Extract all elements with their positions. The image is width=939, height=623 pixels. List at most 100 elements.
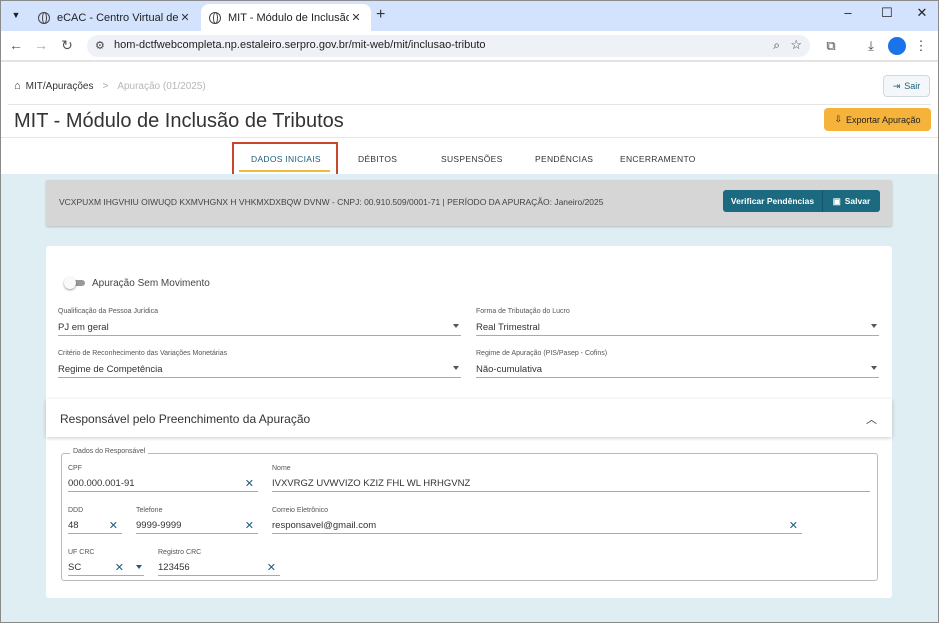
clear-icon[interactable]: ✕ xyxy=(109,519,118,532)
forma-tributacao-select[interactable]: Real Trimestral xyxy=(476,320,879,336)
tab-suspensoes[interactable]: SUSPENSÕES xyxy=(441,154,503,164)
tab-encerramento[interactable]: ENCERRAMENTO xyxy=(620,154,696,164)
chevron-up-icon[interactable]: ︿ xyxy=(866,411,877,427)
breadcrumb-separator: > xyxy=(102,80,109,92)
home-icon[interactable]: ⌂ xyxy=(14,80,21,92)
ddd-label: DDD xyxy=(68,507,84,514)
page: ⌂ MIT/Apurações > Apuração (01/2025) ⇥ S… xyxy=(0,62,939,623)
page-tabs: DADOS INICIAIS DÉBITOS SUSPENSÕES PENDÊN… xyxy=(0,146,939,174)
maximize-icon[interactable]: ☐ xyxy=(877,5,897,21)
browser-tab-title: eCAC - Centro Virtual de Atend xyxy=(57,11,178,24)
apuracao-sem-movimento-toggle[interactable] xyxy=(64,277,86,289)
registro-crc-label: Registro CRC xyxy=(158,549,202,556)
breadcrumb-root[interactable]: MIT/Apurações xyxy=(26,81,94,92)
criterio-select[interactable]: Regime de Competência xyxy=(58,362,461,378)
salvar-button[interactable]: ▣ Salvar xyxy=(822,190,880,212)
save-icon: ▣ xyxy=(832,195,841,206)
caret-down-icon xyxy=(453,366,459,370)
clear-icon[interactable]: ✕ xyxy=(789,519,798,532)
logout-icon: ⇥ xyxy=(892,80,901,91)
url-text[interactable]: hom-dctfwebcompleta.np.estaleiro.serpro.… xyxy=(114,39,486,51)
globe-icon xyxy=(209,11,221,24)
close-icon[interactable]: ✕ xyxy=(349,11,363,24)
site-info-icon[interactable]: ⚙ xyxy=(95,39,105,52)
registro-crc-input[interactable]: 123456 ✕ xyxy=(158,560,280,576)
zoom-icon[interactable]: ⌕ xyxy=(773,38,780,53)
export-button[interactable]: ⇩ Exportar Apuração xyxy=(824,108,931,131)
nome-label: Nome xyxy=(272,465,291,472)
close-window-icon[interactable]: ✕ xyxy=(912,5,932,21)
toggle-knob xyxy=(64,277,76,289)
qualificacao-select[interactable]: PJ em geral xyxy=(58,320,461,336)
extensions-icon[interactable]: ⧉ xyxy=(822,38,840,54)
form-card: Apuração Sem Movimento Qualificação da P… xyxy=(46,246,892,598)
qualificacao-label: Qualificação da Pessoa Jurídica xyxy=(58,308,158,315)
caret-down-icon xyxy=(871,324,877,328)
criterio-value: Regime de Competência xyxy=(58,364,163,375)
tab-debitos[interactable]: DÉBITOS xyxy=(358,154,397,164)
divider xyxy=(0,137,939,138)
menu-kebab-icon[interactable]: ⋮ xyxy=(912,38,930,54)
responsavel-section-header[interactable]: Responsável pelo Preenchimento da Apuraç… xyxy=(46,399,892,437)
toggle-label: Apuração Sem Movimento xyxy=(92,278,210,289)
clear-icon[interactable]: ✕ xyxy=(245,519,254,532)
ddd-input[interactable]: 48 ✕ xyxy=(68,518,122,534)
uf-crc-value: SC xyxy=(68,562,82,573)
email-label: Correio Eletrônico xyxy=(272,507,329,514)
ddd-value: 48 xyxy=(68,520,79,531)
back-icon[interactable]: ← xyxy=(7,37,25,53)
uf-crc-select[interactable]: SC ✕ xyxy=(68,560,144,576)
bookmark-star-icon[interactable]: ☆ xyxy=(790,37,802,53)
fieldset-legend: Dados do Responsável xyxy=(70,448,149,455)
tab-pendencias[interactable]: PENDÊNCIAS xyxy=(535,154,593,164)
qualificacao-value: PJ em geral xyxy=(58,322,109,333)
telefone-input[interactable]: 9999-9999 ✕ xyxy=(136,518,258,534)
download-icon[interactable]: ⤓ xyxy=(862,38,880,54)
caret-down-icon xyxy=(453,324,459,328)
dados-responsavel-fieldset: Dados do Responsável CPF 000.000.001-91 … xyxy=(61,448,878,581)
browser-tab-title: MIT - Módulo de Inclusão de Tri xyxy=(228,11,349,24)
regime-apuracao-label: Regime de Apuração (PIS/Pasep - Cofins) xyxy=(476,350,608,357)
address-bar: ← → ↻ ⚙ hom-dctfwebcompleta.np.estaleiro… xyxy=(0,31,939,61)
criterio-label: Critério de Reconhecimento das Variações… xyxy=(58,350,228,357)
email-input[interactable]: responsavel@gmail.com ✕ xyxy=(272,518,802,534)
verificar-pendencias-button[interactable]: Verificar Pendências xyxy=(723,190,822,212)
breadcrumb: ⌂ MIT/Apurações > Apuração (01/2025) xyxy=(14,80,206,92)
close-icon[interactable]: ✕ xyxy=(178,11,192,24)
clear-icon[interactable]: ✕ xyxy=(115,561,124,574)
new-tab-icon[interactable]: + xyxy=(376,6,385,24)
caret-down-icon xyxy=(871,366,877,370)
browser-tab-mit[interactable]: MIT - Módulo de Inclusão de Tri ✕ xyxy=(201,4,371,31)
telefone-label: Telefone xyxy=(136,507,163,514)
forma-tributacao-label: Forma de Tributação do Lucro xyxy=(476,308,570,315)
info-bar: VCXPUXM IHGVHIU OIWUQD KXMVHGNX H VHKMXD… xyxy=(46,180,892,226)
export-label: Exportar Apuração xyxy=(846,114,921,125)
forma-tributacao-value: Real Trimestral xyxy=(476,322,540,333)
nome-value: IVXVRGZ UVWVIZO KZIZ FHL WL HRHGVNZ xyxy=(272,478,471,489)
info-bar-text: VCXPUXM IHGVHIU OIWUQD KXMVHGNX H VHKMXD… xyxy=(59,197,604,207)
export-icon: ⇩ xyxy=(834,114,842,124)
sair-button[interactable]: ⇥ Sair xyxy=(883,75,930,97)
page-title: MIT - Módulo de Inclusão de Tributos xyxy=(14,110,344,132)
cpf-input[interactable]: 000.000.001-91 ✕ xyxy=(68,476,258,492)
omnibox[interactable]: ⚙ hom-dctfwebcompleta.np.estaleiro.serpr… xyxy=(87,35,810,57)
browser-tab-ecac[interactable]: eCAC - Centro Virtual de Atend ✕ xyxy=(30,4,200,31)
clear-icon[interactable]: ✕ xyxy=(245,477,254,490)
regime-apuracao-select[interactable]: Não-cumulativa xyxy=(476,362,879,378)
sair-label: Sair xyxy=(904,81,921,91)
clear-icon[interactable]: ✕ xyxy=(267,561,276,574)
forward-icon[interactable]: → xyxy=(32,37,50,53)
minimize-icon[interactable]: – xyxy=(838,5,858,20)
salvar-label: Salvar xyxy=(844,196,871,206)
nome-input[interactable]: IVXVRGZ UVWVIZO KZIZ FHL WL HRHGVNZ xyxy=(272,476,870,492)
breadcrumb-current: Apuração (01/2025) xyxy=(117,80,206,92)
reload-icon[interactable]: ↻ xyxy=(58,37,76,54)
caret-down-icon[interactable] xyxy=(136,565,142,569)
tab-search-icon[interactable]: ▼ xyxy=(6,5,26,25)
browser-tab-bar: ▼ eCAC - Centro Virtual de Atend ✕ MIT -… xyxy=(0,0,939,31)
registro-crc-value: 123456 xyxy=(158,562,190,573)
email-value: responsavel@gmail.com xyxy=(272,520,377,531)
uf-crc-label: UF CRC xyxy=(68,549,95,556)
telefone-value: 9999-9999 xyxy=(136,520,182,531)
profile-avatar[interactable] xyxy=(888,37,906,55)
